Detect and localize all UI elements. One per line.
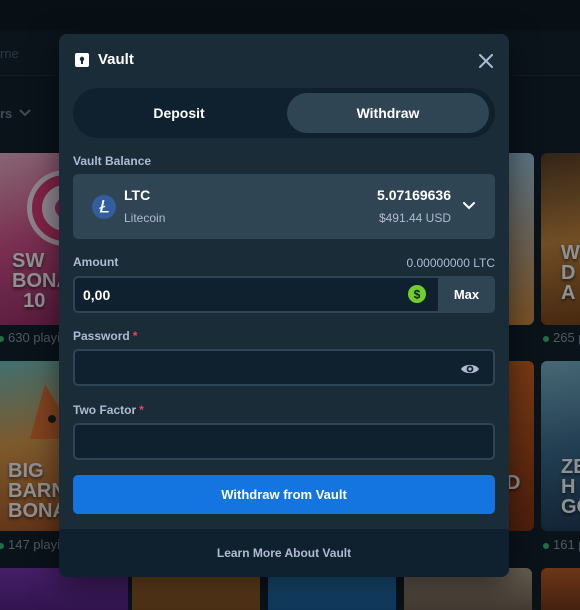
required-mark: *: [139, 403, 144, 417]
two-factor-label: Two Factor *: [73, 403, 144, 417]
tab-withdraw[interactable]: Withdraw: [287, 93, 489, 133]
max-button[interactable]: Max: [438, 276, 495, 313]
password-label-text: Password: [73, 329, 130, 343]
two-factor-label-text: Two Factor: [73, 403, 137, 417]
required-mark: *: [132, 329, 138, 343]
two-factor-input[interactable]: [73, 423, 495, 460]
chevron-down-icon: [463, 202, 475, 210]
password-label: Password *: [73, 329, 137, 343]
currency-code: LTC: [124, 187, 151, 203]
close-button[interactable]: [475, 50, 497, 72]
vault-modal: Vault Deposit Withdraw Vault Balance LTC…: [59, 34, 509, 577]
modal-header: Vault: [59, 34, 509, 86]
modal-title: Vault: [98, 51, 134, 68]
password-input[interactable]: [73, 349, 495, 386]
vault-balance-label: Vault Balance: [73, 154, 152, 168]
amount-input[interactable]: [73, 276, 438, 313]
vault-icon: [75, 53, 89, 67]
litecoin-icon: [92, 195, 116, 219]
withdraw-from-vault-button[interactable]: Withdraw from Vault: [73, 475, 495, 514]
vault-tabs: Deposit Withdraw: [73, 88, 495, 138]
amount-label: Amount: [73, 255, 119, 269]
currency-select[interactable]: LTC Litecoin 5.07169636 $491.44 USD: [73, 174, 495, 239]
close-icon: [479, 54, 493, 68]
modal-footer: Learn More About Vault: [59, 529, 509, 577]
usd-coin-icon: $: [408, 285, 426, 303]
tab-deposit[interactable]: Deposit: [78, 93, 280, 133]
amount-crypto-value: 0.00000000 LTC: [406, 256, 495, 270]
amount-row: $ Max: [73, 276, 495, 313]
learn-more-link[interactable]: Learn More About Vault: [217, 546, 351, 560]
svg-text:$: $: [414, 288, 421, 302]
eye-icon[interactable]: [460, 359, 480, 379]
currency-balance: 5.07169636: [377, 187, 451, 203]
currency-name: Litecoin: [124, 211, 166, 225]
currency-usd-value: $491.44 USD: [378, 211, 451, 225]
